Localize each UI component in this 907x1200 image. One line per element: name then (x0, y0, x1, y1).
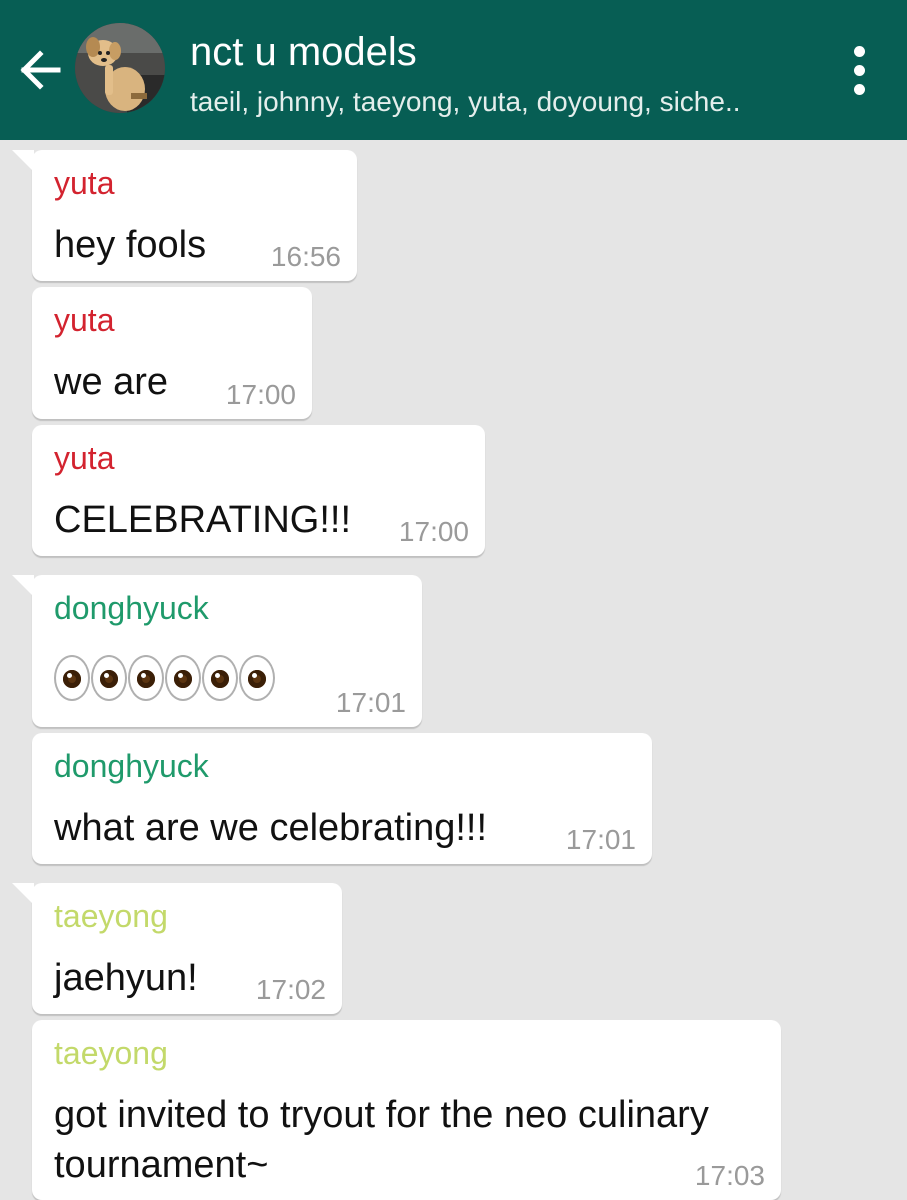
message-time: 16:56 (270, 241, 341, 272)
message-time: 17:00 (225, 379, 296, 410)
message-bubble[interactable]: taeyong got invited to tryout for the ne… (32, 1020, 781, 1200)
message-sender: yuta (54, 302, 115, 338)
message-time: 17:02 (255, 974, 326, 1005)
group-avatar[interactable] (75, 23, 165, 113)
dog-photo-icon (75, 23, 165, 113)
message-sender: taeyong (54, 898, 168, 934)
back-button[interactable] (14, 40, 70, 100)
message-bubble[interactable]: donghyuck 17:01 (12, 575, 422, 727)
chat-title[interactable]: nct u models (190, 28, 417, 76)
message-text: hey fools (54, 224, 207, 266)
message-sender: yuta (54, 165, 115, 201)
message-sender: yuta (54, 440, 115, 476)
eyes-emoji-icon (54, 655, 275, 701)
message-sender: donghyuck (54, 590, 209, 626)
message-bubble[interactable]: taeyong jaehyun! 17:02 (12, 883, 342, 1014)
message-time: 17:01 (565, 824, 636, 855)
message-text: what are we celebrating!!! (54, 807, 488, 849)
message-text-line-1: got invited to tryout for the neo culina… (54, 1094, 709, 1136)
message-time: 17:03 (694, 1160, 765, 1191)
message-bubble[interactable]: donghyuck what are we celebrating!!! 17:… (32, 733, 652, 864)
message-time: 17:01 (335, 687, 406, 718)
message-sender: donghyuck (54, 748, 209, 784)
message-bubble[interactable]: yuta we are 17:00 (32, 287, 312, 419)
chat-members[interactable]: taeil, johnny, taeyong, yuta, doyoung, s… (190, 84, 741, 120)
message-text: CELEBRATING!!! (54, 499, 352, 541)
arrow-left-icon (20, 50, 61, 90)
message-text-line-2: tournament~ (54, 1144, 269, 1186)
message-text: jaehyun! (54, 957, 198, 999)
message-sender: taeyong (54, 1035, 168, 1071)
chat-header: nct u models taeil, johnny, taeyong, yut… (0, 0, 907, 140)
message-time: 17:00 (398, 516, 469, 547)
more-vertical-icon (854, 46, 865, 57)
message-bubble[interactable]: yuta hey fools 16:56 (12, 150, 357, 281)
message-bubble[interactable]: yuta CELEBRATING!!! 17:00 (32, 425, 485, 556)
message-text: we are (54, 361, 169, 403)
more-options-button[interactable] (840, 44, 880, 96)
